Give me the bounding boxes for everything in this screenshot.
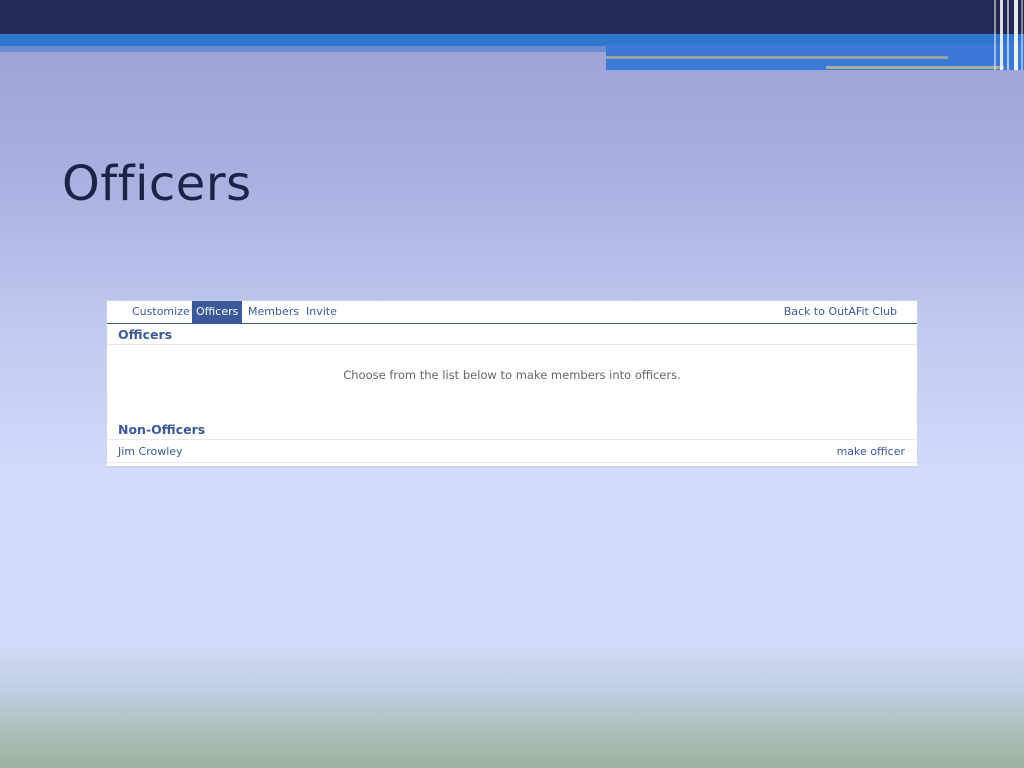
header-band-navy [0, 0, 1024, 34]
make-officer-link[interactable]: make officer [837, 441, 905, 463]
tab-customize[interactable]: Customize [128, 301, 194, 323]
tab-members[interactable]: Members [244, 301, 303, 323]
officers-instructions: Choose from the list below to make membe… [343, 368, 681, 382]
slide-title: Officers [62, 156, 252, 212]
member-row: Jim Crowley make officer [107, 441, 917, 463]
header-stripes [992, 0, 1024, 70]
officers-panel: Customize Officers Members Invite Back t… [106, 300, 918, 467]
header-rule-1 [606, 56, 948, 59]
tab-officers[interactable]: Officers [192, 301, 243, 323]
tab-bar: Customize Officers Members Invite Back t… [107, 301, 917, 324]
non-officers-heading: Non-Officers [107, 419, 917, 440]
header-rule-2 [826, 66, 1004, 69]
tab-invite[interactable]: Invite [302, 301, 341, 323]
back-to-club-link[interactable]: Back to OutAFit Club [784, 301, 897, 323]
member-name-link[interactable]: Jim Crowley [118, 441, 183, 463]
officers-heading: Officers [107, 324, 917, 345]
